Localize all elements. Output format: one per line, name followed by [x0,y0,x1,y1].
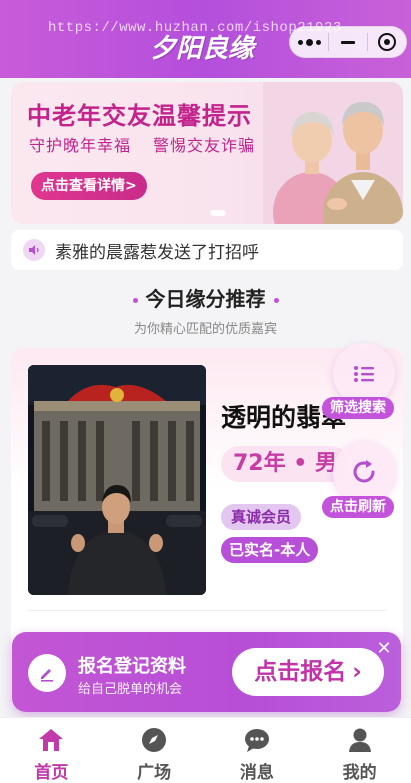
minimize-button[interactable] [329,26,367,58]
tab-messages-label: 消息 [239,763,274,783]
promo-banner[interactable]: 中老年交友温馨提示 守护晚年幸福 警惕交友诈骗 点击查看详情> [11,82,403,224]
register-button-label: 点击报名 [254,659,347,685]
elderly-couple-image [263,82,403,224]
banner-subtitle: 守护晚年幸福 警惕交友诈骗 [29,132,255,156]
tab-messages[interactable]: 消息 [206,718,309,783]
section-title-text: 今日缘分推荐 [145,287,266,311]
register-button[interactable]: 点击报名 › [232,648,384,696]
close-icon[interactable]: ✕ [373,638,395,660]
bottom-tab-bar: 首页 广场 消息 我的 [0,717,411,783]
refresh-button[interactable] [333,441,395,503]
tab-mine[interactable]: 我的 [308,718,411,783]
user-icon [345,726,375,754]
banner-subtitle-left: 守护晚年幸福 [29,136,132,155]
target-icon [377,33,396,51]
minus-icon [340,40,355,44]
refresh-label[interactable]: 点击刷新 [322,496,394,518]
banner-subtitle-right: 警惕交友诈骗 [153,136,256,155]
more-menu-button[interactable] [290,26,328,58]
register-banner[interactable]: 报名登记资料 给自己脱单的机会 点击报名 › ✕ [12,632,401,712]
tab-plaza-label: 广场 [137,763,172,783]
message-icon [242,726,272,754]
close-app-button[interactable] [368,26,406,58]
section-subtitle: 为你精心匹配的优质嘉宾 [133,322,277,337]
top-header: https://www.huzhan.com/ishop21923 夕阳良缘 [0,0,411,78]
section-title: 今日缘分推荐 [0,283,411,312]
list-icon [354,366,374,382]
more-dots-icon [297,38,321,46]
app-logo: 夕阳良缘 [150,34,255,64]
filter-search-label[interactable]: 筛选搜索 [322,397,394,419]
verified-badge: 已实名-本人 [221,537,319,563]
title-dot [273,298,279,303]
banner-title: 中老年交友温馨提示 [27,102,252,130]
compass-icon [139,726,169,754]
speaker-icon [23,239,45,261]
chevron-right-icon: › [352,659,362,685]
register-title: 报名登记资料 [78,656,186,677]
register-subtitle: 给自己脱单的机会 [78,682,183,697]
filter-search-button[interactable] [333,343,395,405]
mini-program-capsule [289,26,407,58]
refresh-icon [353,460,375,483]
tab-home[interactable]: 首页 [0,718,103,783]
member-badge: 真诚会员 [221,504,302,530]
tab-home-label: 首页 [34,763,69,783]
age-gender-badge: 72年 • 男 [221,446,349,482]
home-icon [36,726,66,754]
profile-photo [28,365,206,595]
notice-text: 素雅的晨露惹发送了打招呼 [55,242,259,263]
title-dot [132,298,138,303]
banner-indicator [210,210,226,216]
card-divider [28,610,386,611]
notice-bar: 素雅的晨露惹发送了打招呼 [11,230,403,270]
tab-plaza[interactable]: 广场 [103,718,206,783]
banner-details-button[interactable]: 点击查看详情> [31,172,147,200]
tab-mine-label: 我的 [342,763,377,783]
edit-icon [28,654,66,692]
